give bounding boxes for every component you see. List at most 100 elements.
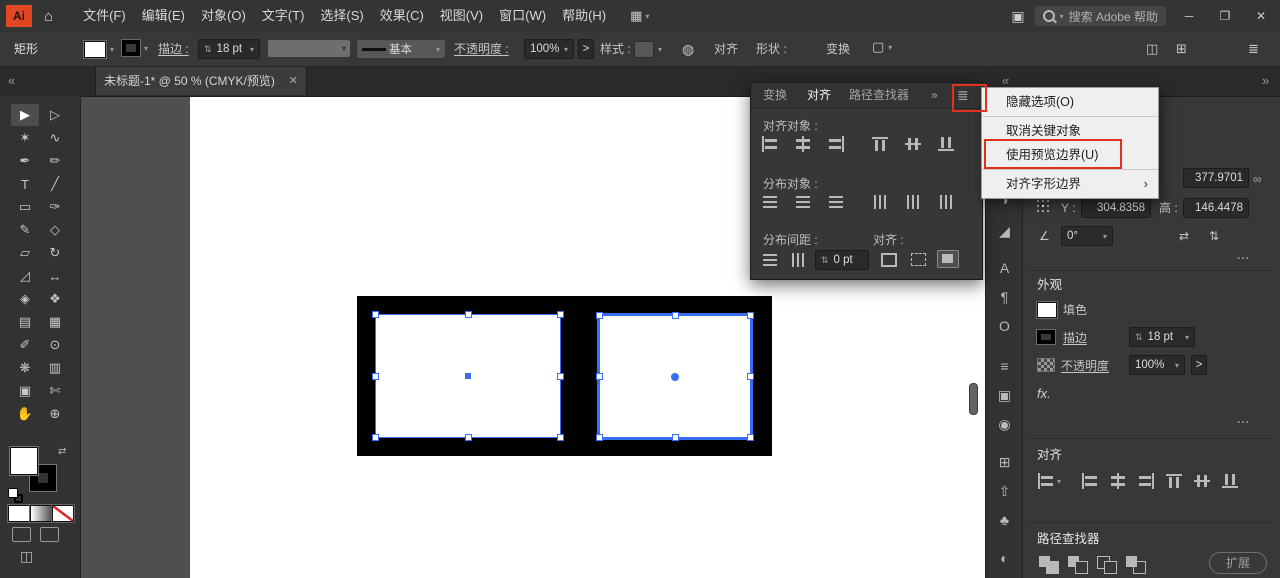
menu-window[interactable]: 窗口(W) — [491, 0, 554, 32]
stroke-weight-field[interactable]: ⇅ 18 pt ▾ — [198, 39, 260, 59]
minimize-button[interactable]: ─ — [1176, 0, 1202, 32]
control-bar-menu-icon[interactable]: ≣ — [1248, 39, 1259, 59]
align-right-button[interactable] — [1135, 472, 1157, 490]
distribute-vertical-center-button[interactable] — [792, 193, 814, 211]
align-to-artboard-button[interactable] — [877, 250, 899, 268]
menu-effect[interactable]: 效果(C) — [372, 0, 432, 32]
close-button[interactable]: ✕ — [1248, 0, 1274, 32]
selection-handle[interactable] — [596, 373, 603, 380]
screen-mode-button[interactable]: ◫ — [20, 548, 33, 565]
fx-button[interactable]: fx. — [1037, 386, 1051, 401]
panel-overflow-icon[interactable]: » — [931, 83, 938, 108]
align-bottom-button[interactable] — [935, 135, 957, 153]
align-options-dropdown[interactable]: ▾ — [1035, 472, 1061, 490]
stroke-weight-label[interactable]: 描边 : — [158, 39, 189, 59]
default-fill-stroke-icon[interactable] — [8, 488, 23, 503]
selection-handle[interactable] — [747, 434, 754, 441]
menu-type[interactable]: 文字(T) — [254, 0, 313, 32]
draw-normal-button[interactable] — [12, 527, 31, 542]
help-search[interactable]: ▾ 搜索 Adobe 帮助 — [1035, 6, 1166, 26]
artboards-panel-icon[interactable]: ⊞ — [986, 451, 1023, 473]
color-themes-panel-icon[interactable]: ◐ — [986, 547, 1023, 569]
menu-item-hide-options[interactable]: 隐藏选项(O) — [982, 90, 1158, 114]
selection-handle[interactable] — [596, 312, 603, 319]
tool-rotate[interactable]: ↻ — [41, 242, 69, 264]
spacing-value-field[interactable]: ⇅ 0 pt — [815, 250, 869, 270]
home-icon[interactable]: ⌂ — [44, 8, 53, 25]
brush-definition-dropdown[interactable]: 基本 ▾ — [356, 39, 446, 59]
tool-eyedropper[interactable]: ✐ — [11, 334, 39, 356]
tool-rectangle[interactable]: ▭ — [11, 196, 39, 218]
selection-handle[interactable] — [372, 373, 379, 380]
opacity-field[interactable]: 100% ▾ — [1129, 355, 1185, 375]
reference-point-icon[interactable] — [1037, 200, 1050, 213]
menu-edit[interactable]: 编辑(E) — [134, 0, 193, 32]
symbols-panel-icon[interactable]: ♣ — [986, 509, 1023, 531]
width-field[interactable]: 377.9701 — [1183, 168, 1249, 188]
menu-help[interactable]: 帮助(H) — [554, 0, 614, 32]
transform-more-options[interactable]: ... — [1237, 248, 1250, 262]
flip-horizontal-icon[interactable]: ⇄ — [1179, 226, 1189, 246]
tool-hand[interactable]: ✋ — [11, 403, 39, 425]
tool-shape-builder[interactable]: ❖ — [41, 288, 69, 310]
height-field[interactable]: 146.4478 — [1183, 198, 1249, 218]
tool-free-transform[interactable]: ◈ — [11, 288, 39, 310]
align-to-selection-button[interactable] — [907, 250, 929, 268]
tool-magic-wand[interactable]: ✶ — [11, 127, 39, 149]
tab-close-icon[interactable]: ✕ — [289, 74, 298, 87]
opacity-more-button[interactable]: > — [578, 39, 594, 59]
selection-handle[interactable] — [672, 312, 679, 319]
stroke-panel-icon[interactable]: ≡ — [986, 355, 1023, 377]
align-to-key-object-button[interactable] — [937, 250, 959, 268]
tool-paintbrush[interactable]: ✑ — [41, 196, 69, 218]
tab-align[interactable]: 对齐 — [807, 83, 831, 108]
stepper-icon[interactable]: ⇅ — [821, 255, 829, 266]
align-left-button[interactable] — [759, 135, 781, 153]
pathfinder-exclude-button[interactable] — [1124, 554, 1148, 574]
left-rectangle-shape[interactable] — [376, 315, 560, 437]
tool-width[interactable]: ↔ — [41, 265, 69, 287]
tool-scale[interactable]: ◿ — [11, 265, 39, 287]
stroke-label[interactable]: 描边 — [1063, 328, 1087, 348]
align-top-button[interactable] — [1163, 472, 1185, 490]
graphic-styles-panel-icon[interactable]: ◉ — [986, 413, 1023, 435]
tool-shaper[interactable]: ◇ — [41, 219, 69, 241]
stroke-swatch[interactable] — [1037, 330, 1055, 344]
tool-blend[interactable]: ⊙ — [41, 334, 69, 356]
vertical-scrollbar[interactable] — [969, 383, 978, 415]
document-tab[interactable]: 未标题-1* @ 50 % (CMYK/预览) ✕ — [95, 66, 307, 95]
gradient-mode-button[interactable] — [30, 505, 52, 522]
arrange-documents-icon[interactable]: ▣ — [1011, 8, 1024, 25]
dock-collapse-icon[interactable]: » — [1262, 66, 1269, 96]
document-grid-icon[interactable]: ◫ — [1146, 39, 1158, 59]
selection-handle[interactable] — [465, 311, 472, 318]
maximize-button[interactable]: ❐ — [1212, 0, 1238, 32]
tool-artboard[interactable]: ▣ — [11, 380, 39, 402]
selection-handle[interactable] — [372, 434, 379, 441]
opacity-more-button[interactable]: > — [1191, 355, 1207, 375]
tab-pathfinder[interactable]: 路径查找器 — [849, 83, 909, 108]
distribute-left-button[interactable] — [869, 193, 891, 211]
appearance-more-options[interactable]: ... — [1237, 412, 1250, 426]
tool-graph[interactable]: ▥ — [41, 357, 69, 379]
selection-handle[interactable] — [465, 434, 472, 441]
tool-pencil[interactable]: ✎ — [11, 219, 39, 241]
pathfinder-intersect-button[interactable] — [1095, 554, 1119, 574]
stroke-weight-field[interactable]: ⇅ 18 pt ▾ — [1129, 327, 1195, 347]
none-mode-button[interactable] — [52, 505, 74, 522]
app-logo[interactable]: Ai — [6, 5, 32, 27]
distribute-horizontal-center-button[interactable] — [902, 193, 924, 211]
selection-handle[interactable] — [747, 373, 754, 380]
selection-handle[interactable] — [596, 434, 603, 441]
tool-pen[interactable]: ✒ — [11, 150, 39, 172]
color-mode-button[interactable] — [8, 505, 30, 522]
distribute-right-button[interactable] — [935, 193, 957, 211]
key-object-rectangle-shape[interactable] — [597, 313, 753, 440]
align-right-button[interactable] — [825, 135, 847, 153]
transform-link-label[interactable]: 变换 — [826, 39, 850, 59]
gradient-panel-icon[interactable]: ◢ — [986, 220, 1023, 242]
paragraph-panel-icon[interactable]: ¶ — [986, 286, 1023, 308]
align-bottom-button[interactable] — [1219, 472, 1241, 490]
selection-handle[interactable] — [557, 311, 564, 318]
fill-color-dropdown[interactable]: ▾ — [84, 41, 114, 58]
